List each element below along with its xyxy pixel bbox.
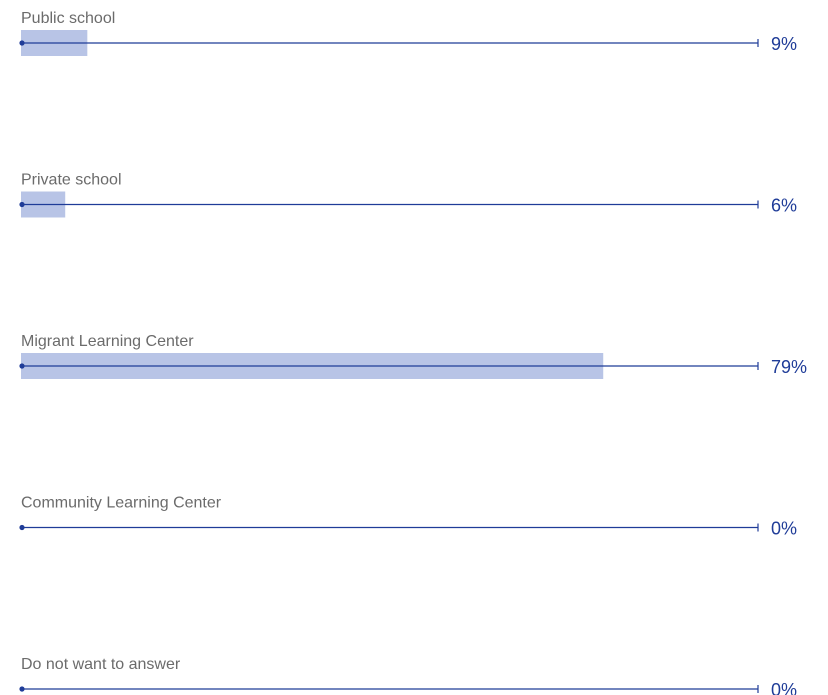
value-label: 9% [771, 34, 797, 54]
bar-row: Public school 9% [19, 10, 797, 56]
bar-row: Private school 6% [19, 172, 797, 218]
start-dot [19, 524, 25, 531]
bar-row: Migrant Learning Center 79% [19, 333, 807, 379]
category-label: Public school [21, 10, 115, 27]
value-label: 0% [771, 680, 797, 695]
start-dot [19, 40, 25, 46]
category-label: Community Learning Center [21, 495, 222, 512]
category-label: Do not want to answer [21, 656, 181, 673]
start-dot [19, 201, 25, 208]
start-dot [19, 363, 25, 369]
bar-row: Do not want to answer 0% [19, 656, 797, 695]
start-dot [19, 686, 25, 692]
value-label: 79% [771, 357, 807, 377]
bar-chart: Public school 9% Private school 6% Migrant L… [19, 10, 807, 695]
category-label: Migrant Learning Center [21, 333, 194, 350]
category-label: Private school [21, 172, 122, 189]
value-label: 6% [771, 196, 797, 216]
value-label: 0% [771, 519, 797, 539]
bar-row: Community Learning Center 0% [19, 495, 797, 539]
